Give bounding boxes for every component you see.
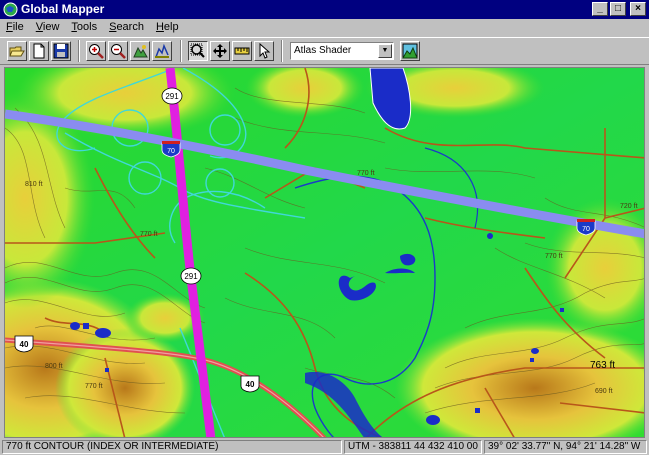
open-button[interactable] bbox=[7, 41, 27, 61]
status-bar: 770 ft CONTOUR (INDEX OR INTERMEDIATE) U… bbox=[0, 438, 649, 455]
menu-bar: File View Tools Search Help bbox=[0, 20, 649, 37]
pond bbox=[531, 348, 539, 354]
interstate-70-label: 70 bbox=[582, 226, 590, 233]
contour-label: 770 ft bbox=[85, 383, 103, 390]
pond bbox=[487, 233, 493, 239]
route-291-label: 291 bbox=[165, 92, 179, 101]
select-tool-button[interactable] bbox=[254, 41, 274, 61]
zoom-tool-button[interactable] bbox=[188, 41, 208, 61]
window-controls: _ □ × bbox=[592, 2, 646, 16]
3d-view-icon bbox=[402, 43, 418, 59]
terrain-map[interactable]: 291 291 70 70 40 40 770 ft 770 ft 770 ft… bbox=[5, 68, 645, 438]
contour-label: 800 ft bbox=[45, 363, 63, 370]
chevron-down-icon[interactable]: ▼ bbox=[378, 44, 392, 58]
menu-search[interactable]: Search bbox=[103, 20, 150, 37]
zoom-in-button[interactable] bbox=[86, 41, 106, 61]
toolbar-separator bbox=[281, 40, 283, 62]
minimize-button[interactable]: _ bbox=[592, 2, 608, 16]
route-291-label: 291 bbox=[184, 272, 198, 281]
menu-tools[interactable]: Tools bbox=[65, 20, 103, 37]
new-document-icon bbox=[33, 43, 45, 59]
menu-view[interactable]: View bbox=[30, 20, 66, 37]
full-view-button[interactable] bbox=[130, 41, 150, 61]
pond bbox=[70, 322, 80, 330]
interstate-70-shield: 70 bbox=[161, 141, 181, 158]
pan-tool-icon bbox=[213, 44, 227, 58]
us-40-shield: 40 bbox=[240, 375, 260, 393]
save-button[interactable] bbox=[51, 41, 71, 61]
shader-value: Atlas Shader bbox=[294, 45, 352, 56]
us-40-shield: 40 bbox=[14, 335, 34, 353]
contour-label: 720 ft bbox=[620, 203, 638, 210]
pan-tool-button[interactable] bbox=[210, 41, 230, 61]
pond bbox=[95, 328, 111, 338]
contour-label: 770 ft bbox=[545, 253, 563, 260]
measure-tool-button[interactable] bbox=[232, 41, 252, 61]
new-button[interactable] bbox=[29, 41, 49, 61]
zoom-out-icon bbox=[111, 44, 126, 59]
menu-help[interactable]: Help bbox=[150, 20, 185, 37]
globe-icon bbox=[3, 2, 18, 17]
status-latlon: 39° 02' 33.77" N, 94° 21' 14.28" W bbox=[484, 440, 647, 454]
contour-label: 690 ft bbox=[595, 388, 613, 395]
us-40-label: 40 bbox=[20, 340, 29, 349]
spot-elevation-label: 763 ft bbox=[590, 360, 615, 371]
pond bbox=[426, 415, 440, 425]
menu-file[interactable]: File bbox=[0, 20, 30, 37]
zoom-in-icon bbox=[89, 44, 104, 59]
open-folder-icon bbox=[9, 46, 25, 57]
select-tool-icon bbox=[259, 43, 271, 59]
toolbar: Atlas Shader ▼ bbox=[0, 37, 649, 65]
status-description: 770 ft CONTOUR (INDEX OR INTERMEDIATE) bbox=[2, 440, 342, 454]
save-icon bbox=[53, 43, 69, 59]
route-291-shield: 291 bbox=[161, 87, 183, 105]
map-view[interactable]: 291 291 70 70 40 40 770 ft 770 ft 770 ft… bbox=[4, 67, 645, 438]
us-40-label: 40 bbox=[246, 380, 255, 389]
zoom-tool-icon bbox=[190, 43, 205, 58]
measure-path-button[interactable] bbox=[152, 41, 172, 61]
interstate-70-shield: 70 bbox=[576, 219, 596, 236]
window-title: Global Mapper bbox=[21, 2, 105, 16]
title-bar: Global Mapper _ □ × bbox=[0, 0, 649, 19]
close-button[interactable]: × bbox=[630, 2, 646, 16]
status-utm: UTM - 383811 44 432 410 00 I bbox=[344, 440, 482, 454]
measure-tool-icon bbox=[234, 47, 250, 55]
route-291-shield: 291 bbox=[180, 267, 202, 285]
full-view-icon bbox=[133, 45, 148, 58]
contour-label: 770 ft bbox=[140, 231, 158, 238]
shader-dropdown[interactable]: Atlas Shader ▼ bbox=[290, 42, 394, 60]
zoom-out-button[interactable] bbox=[108, 41, 128, 61]
contour-label: 770 ft bbox=[357, 170, 375, 177]
3d-view-button[interactable] bbox=[400, 41, 420, 61]
maximize-button[interactable]: □ bbox=[610, 2, 626, 16]
contour-label: 810 ft bbox=[25, 181, 43, 188]
toolbar-separator bbox=[180, 40, 182, 62]
toolbar-separator bbox=[78, 40, 80, 62]
interstate-70-label: 70 bbox=[167, 148, 175, 155]
measure-path-icon bbox=[155, 43, 169, 58]
